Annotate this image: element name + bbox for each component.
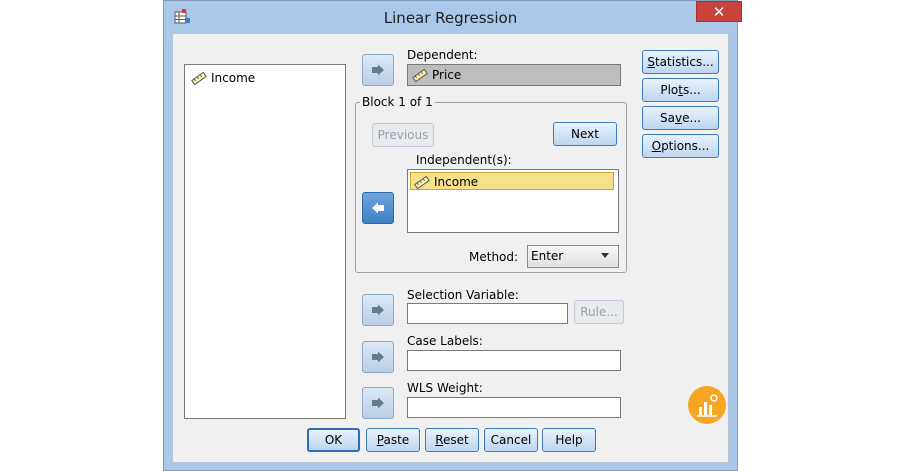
- method-select[interactable]: Enter: [527, 245, 619, 268]
- case-labels-field[interactable]: [407, 350, 621, 371]
- paste-label-key: P: [376, 433, 384, 447]
- method-label: Method:: [469, 250, 519, 264]
- statistics-label-post: tatistics...: [654, 55, 714, 69]
- next-button[interactable]: Next: [553, 122, 617, 146]
- independent-variable-label: Income: [434, 175, 479, 189]
- help-label: Help: [555, 433, 583, 447]
- options-button[interactable]: Options...: [642, 134, 719, 158]
- list-item[interactable]: Income: [191, 69, 255, 87]
- plots-label-post: s...: [682, 83, 701, 97]
- arrow-right-icon: [372, 64, 384, 76]
- selection-variable-field[interactable]: [407, 303, 568, 324]
- method-value: Enter: [531, 249, 564, 263]
- move-to-selection-button[interactable]: [362, 294, 394, 326]
- plots-button[interactable]: Plots...: [642, 78, 719, 102]
- chevron-down-icon: [601, 253, 609, 258]
- dependent-variable[interactable]: Price: [412, 66, 461, 84]
- move-to-dependent-button[interactable]: [362, 54, 394, 86]
- statistics-label-key: S: [647, 55, 655, 69]
- options-label-key: O: [651, 139, 662, 153]
- source-variable-list[interactable]: Income: [184, 64, 346, 419]
- chart-badge-icon: [688, 386, 726, 424]
- case-labels-label: Case Labels:: [407, 334, 483, 348]
- title-bar[interactable]: Linear Regression ✕: [164, 1, 742, 33]
- statistics-button[interactable]: Statistics...: [642, 50, 719, 74]
- arrow-left-icon: [372, 202, 384, 214]
- help-button[interactable]: Help: [542, 428, 596, 452]
- dialog-body: Income Dependent: Price Block 1 of 1 Pre…: [172, 33, 729, 463]
- block-title: Block 1 of 1: [360, 95, 435, 109]
- move-out-independent-button[interactable]: [362, 192, 394, 224]
- close-button[interactable]: ✕: [696, 1, 742, 22]
- scale-variable-icon: [412, 68, 428, 83]
- ok-button[interactable]: OK: [307, 428, 360, 452]
- rule-label: Rule...: [580, 305, 618, 319]
- save-label-post: e...: [682, 111, 701, 125]
- ok-label: OK: [324, 433, 343, 447]
- reset-button[interactable]: Reset: [425, 428, 479, 452]
- save-button[interactable]: Save...: [642, 106, 719, 130]
- dependent-field[interactable]: Price: [407, 64, 621, 86]
- dependent-value: Price: [432, 68, 462, 82]
- previous-label: Previous: [377, 128, 429, 142]
- selection-variable-label: Selection Variable:: [407, 288, 519, 302]
- arrow-right-icon: [372, 351, 384, 363]
- move-to-wls-weight-button[interactable]: [362, 387, 394, 419]
- save-label-pre: Sa: [660, 111, 676, 125]
- rule-button[interactable]: Rule...: [574, 300, 624, 324]
- reset-label-key: R: [435, 433, 444, 447]
- wls-weight-label: WLS Weight:: [407, 381, 483, 395]
- cancel-button[interactable]: Cancel: [484, 428, 538, 452]
- next-label: Next: [571, 127, 599, 141]
- dependent-label: Dependent:: [407, 48, 478, 62]
- move-to-case-labels-button[interactable]: [362, 341, 394, 373]
- options-label-post: ptions...: [661, 139, 710, 153]
- list-item-label: Income: [211, 71, 256, 85]
- plots-label-pre: Plo: [660, 83, 679, 97]
- paste-button[interactable]: Paste: [366, 428, 420, 452]
- previous-button[interactable]: Previous: [372, 123, 434, 147]
- independents-label: Independent(s):: [416, 153, 512, 167]
- paste-label-post: aste: [383, 433, 410, 447]
- list-item[interactable]: Income: [410, 172, 614, 190]
- reset-label-post: eset: [443, 433, 469, 447]
- wls-weight-field[interactable]: [407, 397, 621, 418]
- scale-variable-icon: [191, 71, 207, 86]
- independents-list[interactable]: Income: [407, 169, 619, 233]
- arrow-right-icon: [372, 397, 384, 409]
- window-title: Linear Regression: [383, 9, 518, 27]
- cancel-label: Cancel: [490, 433, 532, 447]
- arrow-right-icon: [372, 304, 384, 316]
- linear-regression-dialog: Linear Regression ✕ Income Dependent: Pr…: [163, 0, 742, 471]
- scale-variable-icon: [414, 175, 430, 190]
